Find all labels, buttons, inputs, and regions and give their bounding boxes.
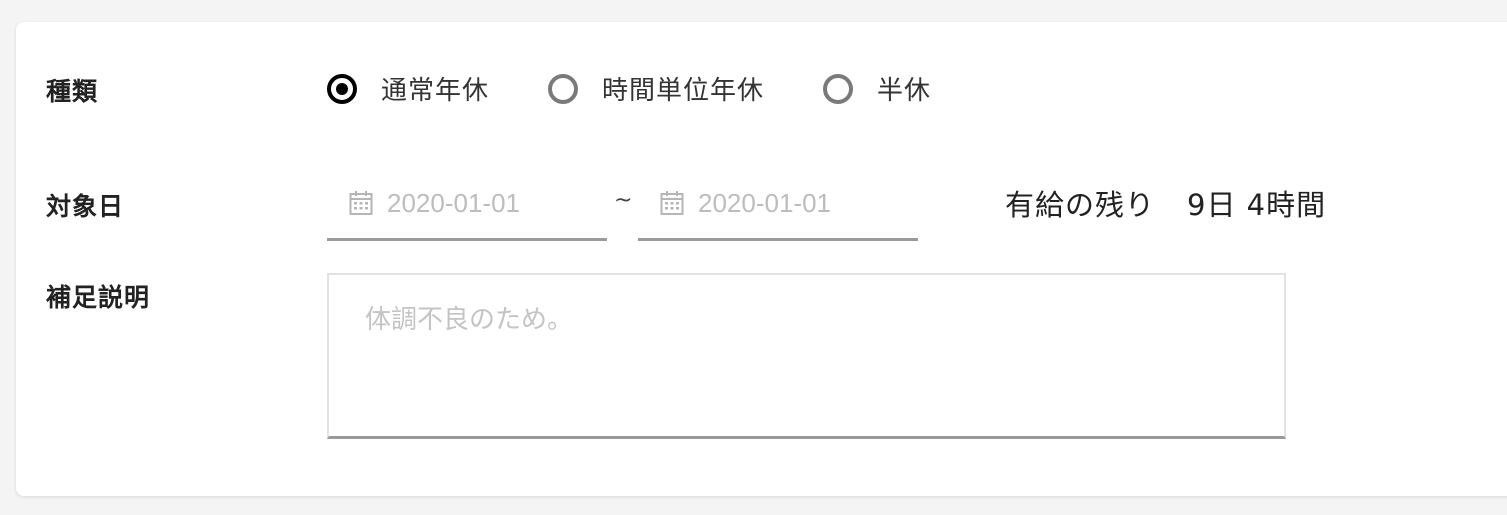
leave-request-card: 種類 通常年休 時間単位年休 半休 対象日 ~ — [16, 22, 1507, 496]
radio-half-day-leave[interactable]: 半休 — [823, 70, 931, 107]
remaining-leave-value: 9日 4時間 — [1187, 188, 1327, 222]
radio-label: 通常年休 — [381, 76, 490, 106]
date-from-input[interactable] — [387, 185, 597, 221]
date-to-input[interactable] — [698, 185, 908, 221]
radio-normal-leave[interactable]: 通常年休 — [327, 70, 489, 107]
remaining-leave: 有給の残り 9日 4時間 — [1005, 182, 1326, 224]
date-separator: ~ — [614, 188, 633, 213]
date-to-field[interactable] — [638, 177, 918, 241]
radio-unselected-icon — [548, 73, 578, 104]
note-label: 補足説明 — [46, 283, 151, 312]
remaining-leave-label: 有給の残り — [1005, 188, 1156, 222]
note-textarea[interactable] — [329, 275, 1284, 436]
note-field[interactable] — [327, 273, 1286, 439]
radio-label: 時間単位年休 — [602, 76, 765, 106]
radio-label: 半休 — [877, 76, 932, 106]
date-label: 対象日 — [46, 192, 125, 221]
radio-hourly-leave[interactable]: 時間単位年休 — [548, 70, 764, 107]
date-from-field[interactable] — [327, 177, 607, 241]
radio-unselected-icon — [823, 73, 853, 104]
calendar-icon — [660, 191, 684, 215]
type-label: 種類 — [46, 77, 99, 106]
calendar-icon — [349, 191, 373, 215]
radio-selected-icon — [327, 73, 357, 104]
